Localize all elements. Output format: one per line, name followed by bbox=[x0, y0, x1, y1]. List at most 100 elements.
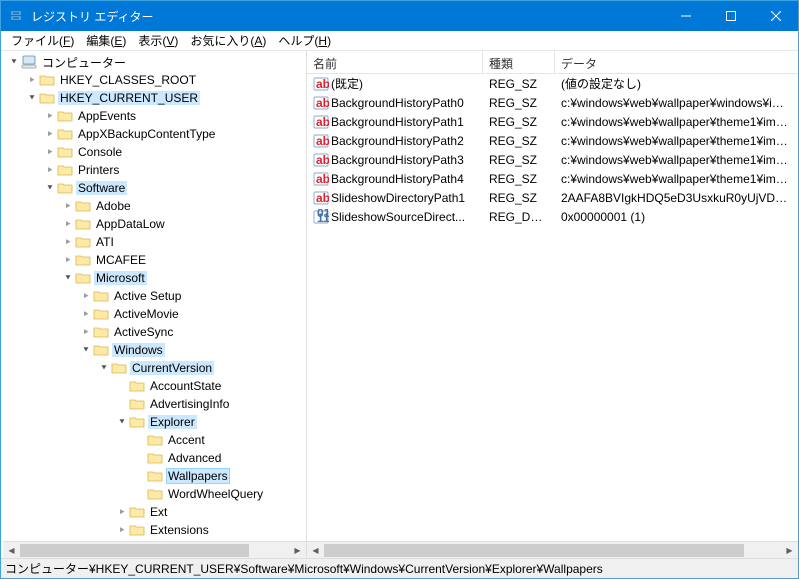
close-button[interactable] bbox=[753, 1, 798, 31]
column-header-name[interactable]: 名前 bbox=[307, 51, 483, 73]
tree-node[interactable]: ⯈AdvertisingInfo bbox=[115, 395, 306, 413]
chevron-right-icon[interactable]: ⯈ bbox=[61, 253, 75, 267]
chevron-down-icon[interactable]: ⯆ bbox=[25, 91, 39, 105]
chevron-right-icon[interactable]: ⯈ bbox=[43, 127, 57, 141]
chevron-right-icon[interactable]: ⯈ bbox=[43, 163, 57, 177]
scroll-left-icon[interactable]: ◀ bbox=[3, 542, 20, 559]
chevron-right-icon[interactable]: ⯈ bbox=[61, 217, 75, 231]
chevron-right-icon[interactable]: ⯈ bbox=[115, 523, 129, 537]
tree-node[interactable]: ⯈Adobe bbox=[61, 197, 306, 215]
value-name: BackgroundHistoryPath0 bbox=[331, 96, 464, 110]
chevron-right-icon[interactable]: ⯈ bbox=[79, 325, 93, 339]
table-row[interactable]: 011110SlideshowSourceDirect...REG_DW...0… bbox=[307, 207, 798, 226]
tree-node-hkcu[interactable]: ⯆HKEY_CURRENT_USER bbox=[25, 89, 306, 107]
tree-node[interactable]: ⯈Active Setup bbox=[79, 287, 306, 305]
folder-open-icon bbox=[129, 415, 145, 429]
tree-node-wallpapers[interactable]: ⯈Wallpapers bbox=[133, 467, 306, 485]
chevron-down-icon[interactable]: ⯆ bbox=[79, 343, 93, 357]
tree-node-currentversion[interactable]: ⯆CurrentVersion bbox=[97, 359, 306, 377]
chevron-right-icon[interactable]: ⯈ bbox=[61, 235, 75, 249]
chevron-down-icon[interactable]: ⯆ bbox=[7, 55, 21, 69]
table-row[interactable]: abBackgroundHistoryPath4REG_SZc:¥windows… bbox=[307, 169, 798, 188]
chevron-down-icon[interactable]: ⯆ bbox=[115, 415, 129, 429]
tree-node-microsoft[interactable]: ⯆Microsoft bbox=[61, 269, 306, 287]
tree-node-software[interactable]: ⯆Software bbox=[43, 179, 306, 197]
tree-node[interactable]: ⯈MCAFEE bbox=[61, 251, 306, 269]
menu-favorites[interactable]: お気に入り(A) bbox=[184, 31, 272, 50]
tree-node[interactable]: ⯈AppEvents bbox=[43, 107, 306, 125]
folder-icon bbox=[147, 469, 163, 483]
string-value-icon: ab bbox=[313, 76, 329, 92]
chevron-down-icon[interactable]: ⯆ bbox=[61, 271, 75, 285]
tree-node[interactable]: ⯈ActiveSync bbox=[79, 323, 306, 341]
value-type: REG_SZ bbox=[483, 153, 555, 167]
column-header-data[interactable]: データ bbox=[555, 51, 798, 73]
chevron-right-icon[interactable]: ⯈ bbox=[25, 73, 39, 87]
tree-node-computer[interactable]: ⯆コンピューター bbox=[7, 53, 306, 71]
chevron-right-icon[interactable]: ⯈ bbox=[79, 307, 93, 321]
svg-text:ab: ab bbox=[316, 77, 329, 91]
tree-node[interactable]: ⯈ActiveMovie bbox=[79, 305, 306, 323]
tree-horizontal-scrollbar[interactable]: ◀ ▶ bbox=[3, 541, 306, 558]
folder-icon bbox=[57, 127, 73, 141]
tree-node[interactable]: ⯈AppXBackupContentType bbox=[43, 125, 306, 143]
chevron-down-icon[interactable]: ⯆ bbox=[43, 181, 57, 195]
value-data: c:¥windows¥web¥wallpaper¥theme1¥img13.jp… bbox=[555, 134, 798, 148]
maximize-button[interactable] bbox=[708, 1, 753, 31]
tree-node[interactable]: ⯈Ext bbox=[115, 503, 306, 521]
tree-pane: ⯆コンピューター ⯈HKEY_CLASSES_ROOT ⯆HKEY_CURREN… bbox=[1, 51, 307, 558]
tree-node[interactable]: ⯈Advanced bbox=[133, 449, 306, 467]
scroll-right-icon[interactable]: ▶ bbox=[781, 542, 798, 559]
folder-icon bbox=[57, 109, 73, 123]
folder-open-icon bbox=[57, 181, 73, 195]
menu-file[interactable]: ファイル(F) bbox=[5, 31, 80, 50]
chevron-right-icon[interactable]: ⯈ bbox=[115, 505, 129, 519]
value-name: SlideshowSourceDirect... bbox=[331, 210, 465, 224]
menu-help[interactable]: ヘルプ(H) bbox=[272, 31, 337, 50]
table-row[interactable]: ab(既定)REG_SZ(値の設定なし) bbox=[307, 74, 798, 93]
svg-text:ab: ab bbox=[316, 115, 329, 129]
tree-node[interactable]: ⯈Console bbox=[43, 143, 306, 161]
minimize-button[interactable] bbox=[663, 1, 708, 31]
folder-icon bbox=[129, 523, 145, 537]
value-name: BackgroundHistoryPath4 bbox=[331, 172, 464, 186]
folder-icon bbox=[39, 73, 55, 87]
folder-open-icon bbox=[39, 91, 55, 105]
tree-node[interactable]: ⯈AccountState bbox=[115, 377, 306, 395]
chevron-right-icon[interactable]: ⯈ bbox=[43, 145, 57, 159]
statusbar: コンピューター¥HKEY_CURRENT_USER¥Software¥Micro… bbox=[1, 558, 798, 578]
tree-node[interactable]: ⯈AppDataLow bbox=[61, 215, 306, 233]
menu-edit[interactable]: 編集(E) bbox=[80, 31, 132, 50]
chevron-right-icon[interactable]: ⯈ bbox=[43, 109, 57, 123]
tree-node-explorer[interactable]: ⯆Explorer bbox=[115, 413, 306, 431]
tree-node[interactable]: ⯈Extensions bbox=[115, 521, 306, 539]
chevron-right-icon[interactable]: ⯈ bbox=[79, 289, 93, 303]
menu-view[interactable]: 表示(V) bbox=[132, 31, 184, 50]
tree-node[interactable]: ⯈WordWheelQuery bbox=[133, 485, 306, 503]
chevron-down-icon[interactable]: ⯆ bbox=[97, 361, 111, 375]
value-data: c:¥windows¥web¥wallpaper¥theme1¥img2.jpg bbox=[555, 153, 798, 167]
tree-node[interactable]: ⯈Printers bbox=[43, 161, 306, 179]
scroll-left-icon[interactable]: ◀ bbox=[307, 542, 324, 559]
table-row[interactable]: abSlideshowDirectoryPath1REG_SZ2AAFA8BVI… bbox=[307, 188, 798, 207]
folder-icon bbox=[93, 307, 109, 321]
chevron-right-icon[interactable]: ⯈ bbox=[61, 199, 75, 213]
tree-node[interactable]: ⯈ATI bbox=[61, 233, 306, 251]
tree-node-hkcr[interactable]: ⯈HKEY_CLASSES_ROOT bbox=[25, 71, 306, 89]
tree-node-windows[interactable]: ⯆Windows bbox=[79, 341, 306, 359]
table-row[interactable]: abBackgroundHistoryPath1REG_SZc:¥windows… bbox=[307, 112, 798, 131]
titlebar[interactable]: レジストリ エディター bbox=[1, 1, 798, 31]
scroll-right-icon[interactable]: ▶ bbox=[289, 542, 306, 559]
registry-tree[interactable]: ⯆コンピューター ⯈HKEY_CLASSES_ROOT ⯆HKEY_CURREN… bbox=[3, 53, 306, 539]
folder-open-icon bbox=[111, 361, 127, 375]
string-value-icon: ab bbox=[313, 152, 329, 168]
list-header: 名前 種類 データ bbox=[307, 51, 798, 74]
tree-node[interactable]: ⯈Accent bbox=[133, 431, 306, 449]
value-list[interactable]: ab(既定)REG_SZ(値の設定なし)abBackgroundHistoryP… bbox=[307, 74, 798, 541]
value-name: BackgroundHistoryPath1 bbox=[331, 115, 464, 129]
table-row[interactable]: abBackgroundHistoryPath3REG_SZc:¥windows… bbox=[307, 150, 798, 169]
column-header-type[interactable]: 種類 bbox=[483, 51, 555, 73]
list-horizontal-scrollbar[interactable]: ◀ ▶ bbox=[307, 541, 798, 558]
table-row[interactable]: abBackgroundHistoryPath2REG_SZc:¥windows… bbox=[307, 131, 798, 150]
table-row[interactable]: abBackgroundHistoryPath0REG_SZc:¥windows… bbox=[307, 93, 798, 112]
